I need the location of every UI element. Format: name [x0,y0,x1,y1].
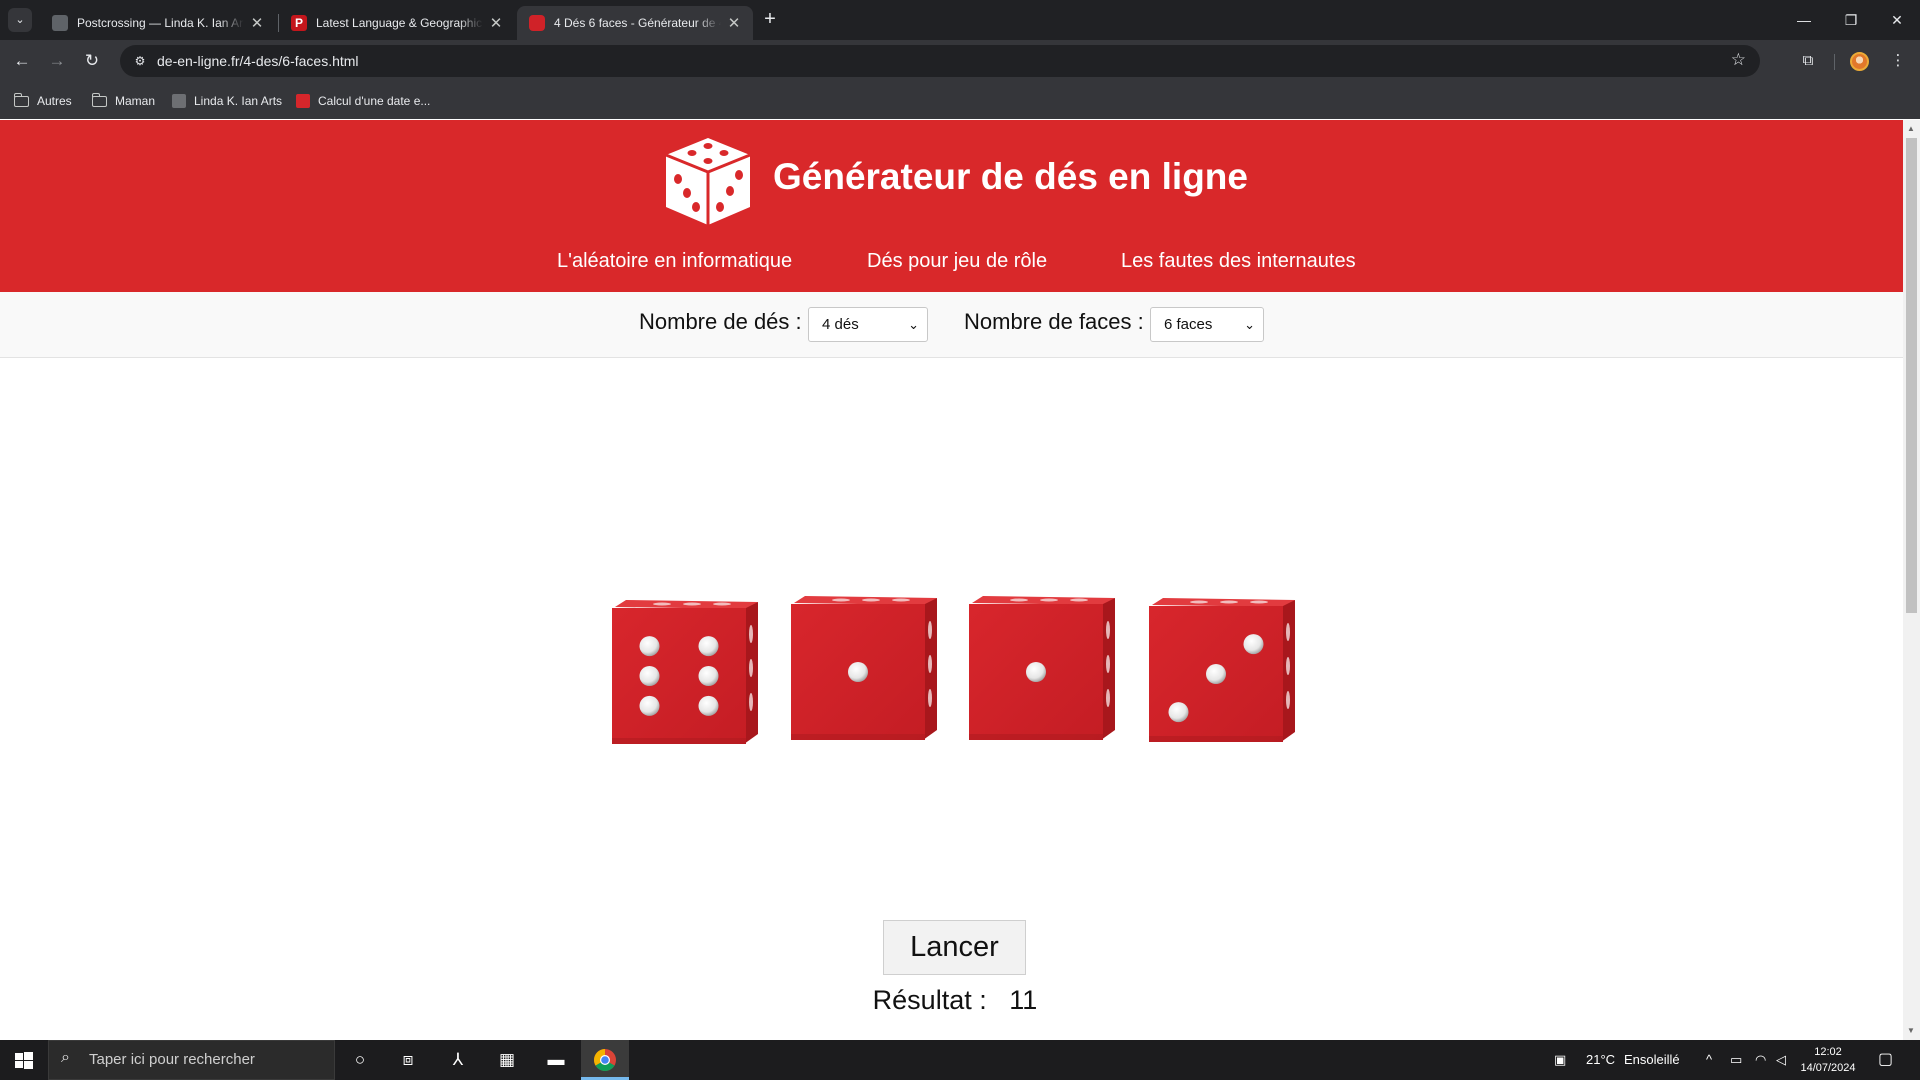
die-pip [698,695,719,716]
dice-area [0,120,1903,1040]
die-face [612,608,746,744]
browser-tab-bar: ⌄ Postcrossing — Linda K. Ian Arts ✕ P L… [0,0,1920,40]
taskbar-search[interactable]: ⌕ Taper ici pour rechercher [48,1040,335,1080]
system-clock[interactable]: 12:02 14/07/2024 [1796,1044,1860,1076]
die-1 [612,598,760,748]
page-scrollbar[interactable]: ▲ ▼ [1903,120,1920,1040]
cortana-icon[interactable]: ○ [336,1040,384,1080]
battery-icon[interactable]: ▭ [1730,1040,1742,1080]
tab-title: 4 Dés 6 faces - Générateur de 4 [554,16,721,30]
bookmark-label: Calcul d'une date e... [318,94,431,108]
bookmark-linda[interactable]: Linda K. Ian Arts [172,92,282,110]
extensions-icon[interactable]: ⧉ [1796,49,1820,73]
tab-title: Postcrossing — Linda K. Ian Arts [77,16,244,30]
die-pip [1243,634,1264,655]
folder-icon [91,92,107,107]
die-pip [1026,662,1046,682]
die-4 [1149,596,1297,746]
calculator-icon[interactable]: ▦ [483,1040,531,1080]
box-icon [172,94,186,108]
profile-avatar[interactable] [1850,52,1869,71]
die-3 [969,594,1117,744]
weather-desc[interactable]: Ensoleillé [1624,1040,1680,1080]
close-icon[interactable]: ✕ [487,14,505,32]
taskbar-search-placeholder: Taper ici pour rechercher [89,1051,255,1068]
scroll-down-icon[interactable]: ▼ [1907,1026,1915,1035]
result-label: Résultat : [872,985,987,1015]
back-icon[interactable]: ← [8,47,36,75]
die-pip [639,695,660,716]
chrome-icon[interactable] [581,1040,629,1080]
die-pip [1168,702,1189,723]
die-pip [1206,664,1226,684]
weather-temp[interactable]: 21°C [1586,1040,1615,1080]
menu-kebab-icon[interactable]: ⋮ [1886,49,1910,73]
box-icon [52,15,68,31]
clock-date: 14/07/2024 [1800,1062,1856,1074]
search-icon: ⌕ [61,1049,70,1066]
notifications-icon[interactable]: ▢ [1878,1040,1893,1080]
tab-language[interactable]: P Latest Language & Geographical ✕ [279,6,515,40]
die-pip [639,636,660,657]
die-graphic [969,596,1115,740]
result-spacer [994,985,1002,1015]
windows-logo-icon [15,1052,33,1069]
die-pip [698,666,719,686]
weather-icon[interactable]: ▣ [1554,1040,1566,1080]
windows-start-button[interactable] [0,1040,48,1080]
p-icon: P [291,15,307,31]
tab-search-button[interactable]: ⌄ [8,8,32,32]
forward-icon[interactable]: → [43,47,71,75]
folder-icon [13,92,29,107]
bookmarks-bar: Autres Maman Linda K. Ian Arts Calcul d'… [0,82,1920,119]
calc-icon [296,94,310,108]
die-pip [698,636,719,657]
die-graphic [791,596,937,740]
tab-title: Latest Language & Geographical [316,16,483,30]
result-value: 11 [1009,985,1038,1015]
clock-time: 12:02 [1814,1046,1842,1058]
die-pip [639,666,660,686]
close-window-icon[interactable]: ✕ [1868,0,1920,40]
acrobat-icon[interactable]: ⅄ [434,1040,482,1080]
bookmark-autres[interactable]: Autres [13,92,72,110]
reload-icon[interactable]: ↻ [78,47,106,75]
bookmark-label: Linda K. Ian Arts [194,94,283,108]
red-die-icon [529,15,545,31]
roll-button[interactable]: Lancer [883,920,1026,975]
die-graphic [612,600,758,744]
tab-postcrossing[interactable]: Postcrossing — Linda K. Ian Arts ✕ [40,6,276,40]
die-2 [791,594,939,744]
task-view-icon[interactable]: ⧈ [384,1040,432,1080]
close-icon[interactable]: ✕ [248,14,266,32]
file-explorer-icon[interactable]: ▬ [532,1040,580,1080]
tab-dice-generator[interactable]: 4 Dés 6 faces - Générateur de 4 ✕ [517,6,753,40]
bookmark-label: Autres [37,94,72,108]
toolbar-divider [1834,54,1835,70]
chrome-logo-icon [594,1049,616,1071]
web-page: Générateur de dés en ligne L'aléatoire e… [0,120,1903,1040]
scroll-up-icon[interactable]: ▲ [1907,124,1915,133]
bookmark-label: Maman [115,94,156,108]
address-bar[interactable]: ⚙ de-en-ligne.fr/4-des/6-faces.html ☆ [120,45,1760,77]
result-line: Résultat : 11 [0,985,1903,1016]
scroll-thumb[interactable] [1906,138,1917,613]
die-graphic [1149,598,1295,742]
wifi-icon[interactable]: ◠ [1755,1040,1766,1080]
windows-taskbar: ⌕ Taper ici pour rechercher ○ ⧈ ⅄ ▦ ▬ ▣ … [0,1040,1920,1080]
die-pip [848,662,868,682]
bookmark-calcul[interactable]: Calcul d'une date e... [296,92,430,110]
browser-toolbar: ← → ↻ ⚙ de-en-ligne.fr/4-des/6-faces.htm… [0,40,1920,82]
new-tab-button[interactable]: + [756,6,784,34]
close-icon[interactable]: ✕ [725,14,743,32]
site-info-icon[interactable]: ⚙ [130,51,150,71]
bookmark-maman[interactable]: Maman [91,92,156,110]
volume-icon[interactable]: ◁ [1776,1040,1786,1080]
chevron-up-icon[interactable]: ^ [1706,1040,1712,1080]
bookmark-star-icon[interactable]: ☆ [1731,50,1746,70]
url-text[interactable]: de-en-ligne.fr/4-des/6-faces.html [157,53,359,69]
